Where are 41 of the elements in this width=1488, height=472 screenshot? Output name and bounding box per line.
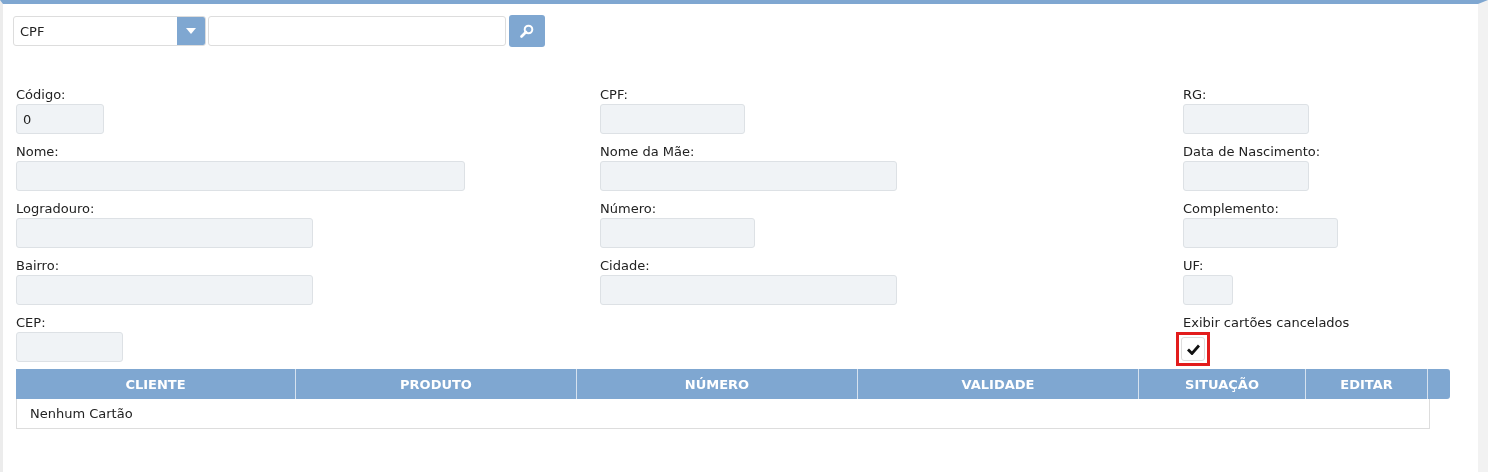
input-field[interactable] [16, 275, 313, 305]
input-field[interactable]: 0 [16, 104, 104, 134]
search-type-select[interactable]: CPF [13, 16, 206, 46]
caret-icon [177, 17, 205, 45]
select-value: CPF [20, 23, 45, 39]
field-label: Data de Nascimento: [1183, 143, 1321, 160]
field-label: Número: [600, 200, 657, 217]
checkmark-icon [1186, 343, 1200, 355]
empty-message: Nenhum Cartão [30, 406, 133, 421]
field-label: UF: [1183, 257, 1204, 274]
field-label: CEP: [16, 314, 46, 331]
input-field[interactable] [1183, 275, 1233, 305]
input-field[interactable] [1183, 218, 1338, 248]
search-button[interactable] [509, 15, 545, 47]
column-header: VALIDADE [858, 369, 1139, 399]
field-label: Logradouro: [16, 200, 95, 217]
column-header: EDITAR [1306, 369, 1428, 399]
field-label: CPF: [600, 86, 628, 103]
input-field[interactable] [600, 218, 755, 248]
input-field[interactable] [16, 332, 123, 362]
field-label: Cidade: [600, 257, 650, 274]
checkbox-label: Exibir cartões cancelados [1183, 314, 1350, 331]
field-label: Código: [16, 86, 66, 103]
input-field[interactable] [600, 104, 745, 134]
field-label: Nome: [16, 143, 59, 160]
field-label: Nome da Mãe: [600, 143, 695, 160]
field-label: Bairro: [16, 257, 59, 274]
search-icon [520, 24, 534, 38]
input-field[interactable] [600, 275, 897, 305]
column-header: NÚMERO [577, 369, 858, 399]
input-field[interactable] [16, 161, 465, 191]
input-field[interactable] [1183, 104, 1309, 134]
column-header: CLIENTE [16, 369, 296, 399]
input-field[interactable] [1183, 161, 1309, 191]
column-header: PRODUTO [296, 369, 577, 399]
input-field[interactable] [600, 161, 897, 191]
column-header: SITUAÇÃO [1139, 369, 1306, 399]
field-label: RG: [1183, 86, 1207, 103]
input-field[interactable] [16, 218, 313, 248]
search-field[interactable] [208, 16, 506, 46]
field-label: Complemento: [1183, 200, 1279, 217]
